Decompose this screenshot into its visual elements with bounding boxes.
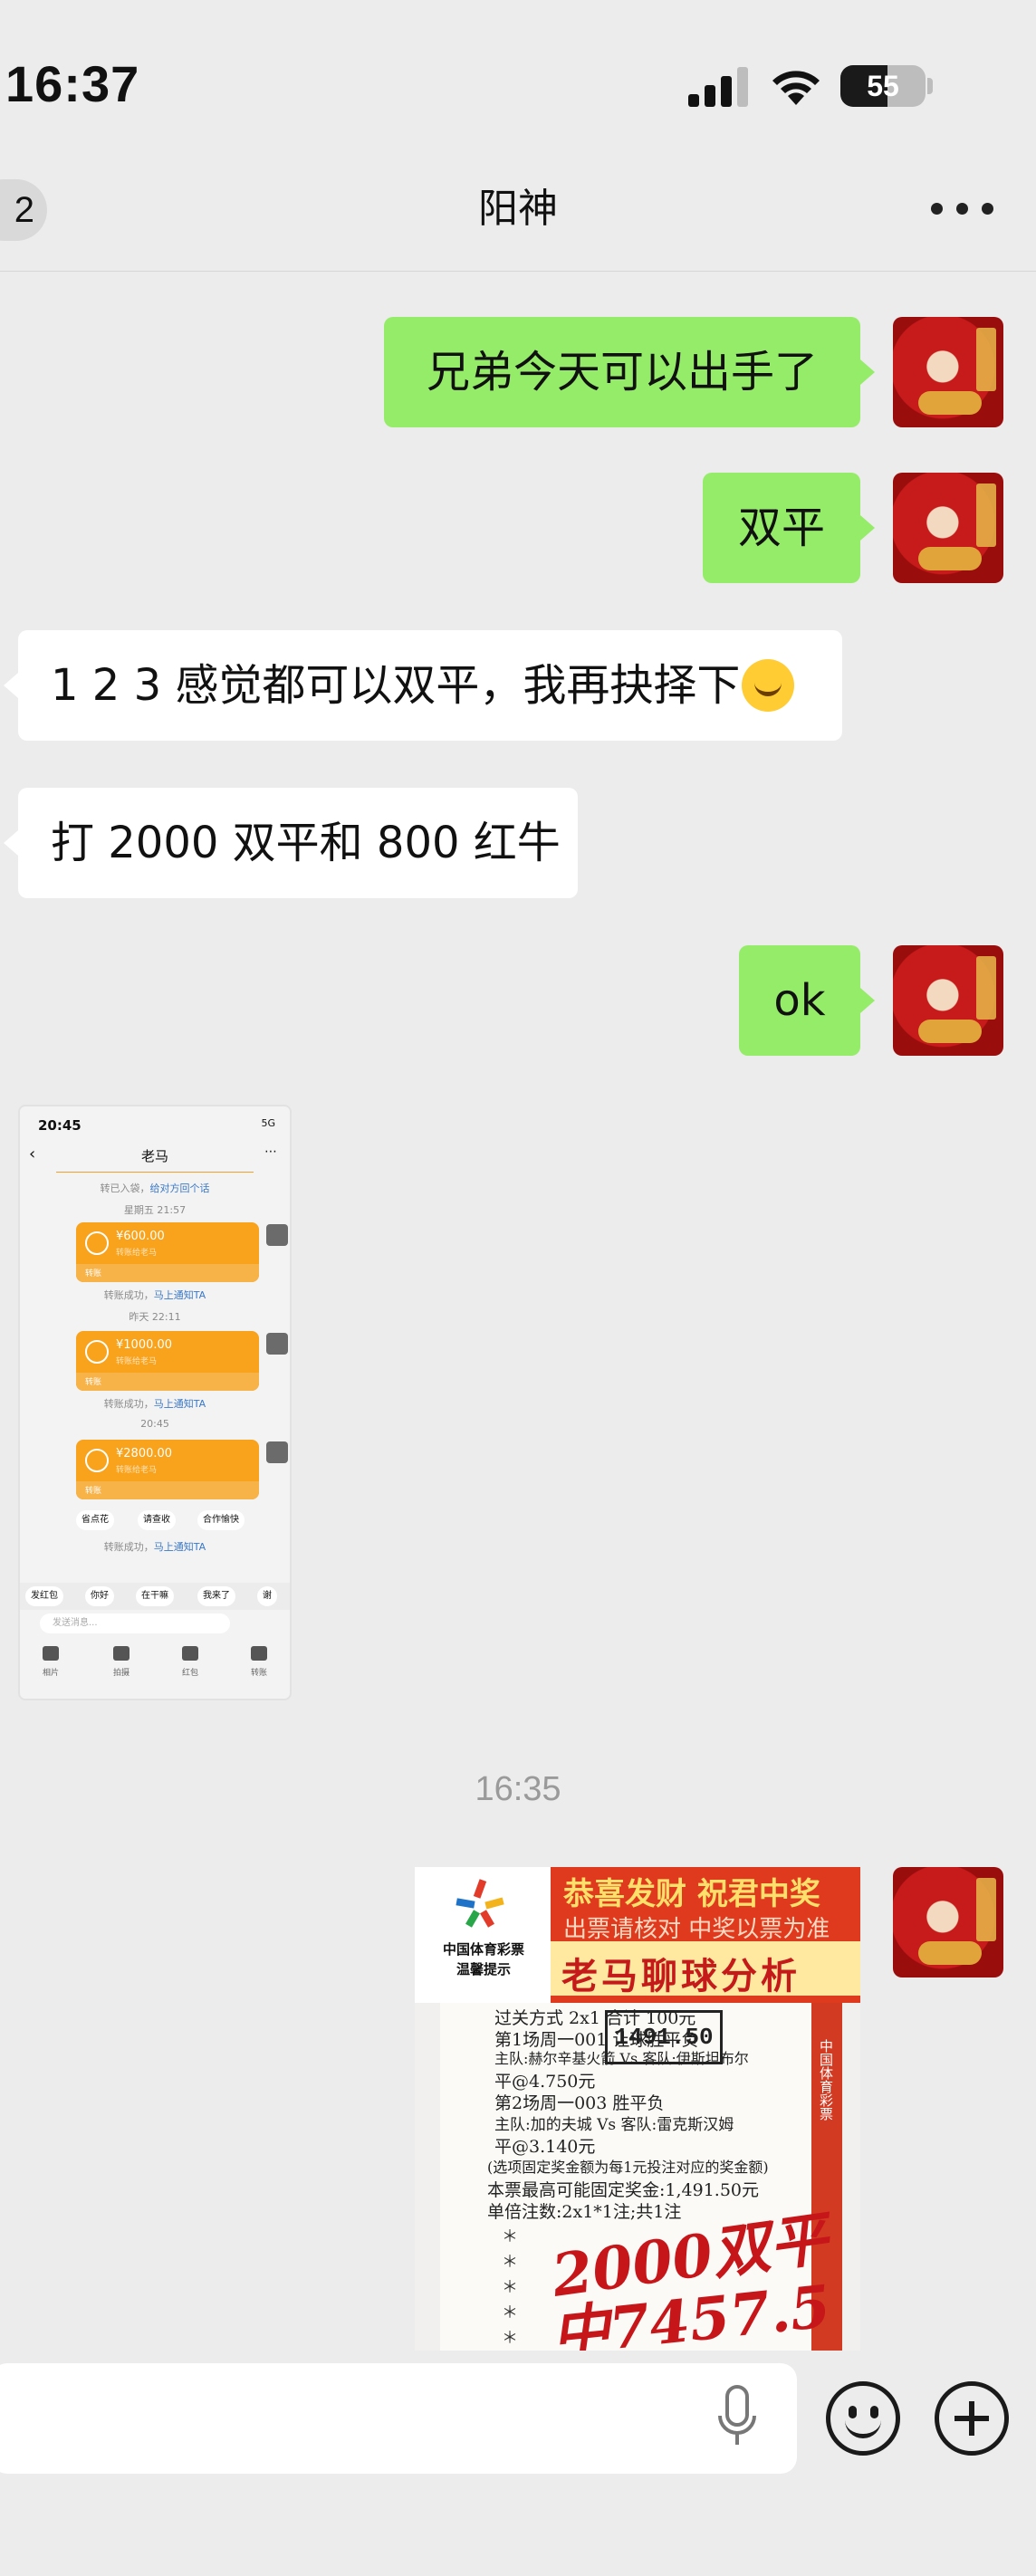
crying-laughing-emoji-icon: [742, 659, 795, 712]
wifi-icon: [772, 71, 820, 105]
thumb-system-note: 转账成功，马上通知TA: [103, 1398, 206, 1410]
my-avatar[interactable]: [893, 317, 1003, 427]
status-time: 16:37: [5, 55, 140, 112]
shared-screenshot-image[interactable]: 20:45 5G ‹ 老马 ⋯ 转已入袋，给对方回个话 星期五 21:57 ¥6…: [18, 1105, 292, 1700]
thumb-toolbar: 相片 拍摄 红包 转账: [20, 1646, 290, 1697]
thumb-quick-replies: 发红包 你好 在干嘛 我来了 谢: [20, 1583, 290, 1610]
bubble-tail: [860, 359, 875, 385]
bubble-tail: [860, 515, 875, 541]
emoji-smile-icon[interactable]: [826, 2381, 900, 2456]
thumb-transfer-card: ¥1000.00 转账给老马 转账: [76, 1331, 259, 1391]
message-bubble-outgoing[interactable]: ok: [739, 945, 860, 1056]
ticket-line: 主队:加的夫城 Vs 客队:雷克斯汉姆: [494, 2116, 734, 2134]
bubble-tail: [4, 673, 18, 698]
ticket-line: (选项固定奖金额为每1元投注对应的奖金额): [487, 2159, 769, 2176]
chat-title: 阳神: [478, 186, 558, 232]
message-bubble-incoming[interactable]: 1 2 3 感觉都可以双平，我再抉择下: [18, 630, 842, 741]
message-bubble-outgoing[interactable]: 兄弟今天可以出手了: [384, 317, 860, 427]
thumb-status-time: 20:45: [38, 1117, 82, 1134]
thumb-chat-title: 老马: [140, 1148, 168, 1164]
thumb-transfer-card: ¥2800.00 转账给老马 转账: [76, 1440, 259, 1499]
thumb-system-note: 转账成功，马上通知TA: [103, 1289, 206, 1301]
ticket-banner-line-2: 出票请核对 中奖以票为准: [563, 1916, 830, 1943]
thumb-system-note: 星期五 21:57: [123, 1204, 187, 1216]
my-avatar[interactable]: [893, 473, 1003, 583]
thumb-system-note: 20:45: [140, 1418, 169, 1430]
thumb-chip: 合作愉快: [197, 1510, 245, 1530]
bubble-tail: [860, 988, 875, 1013]
bubble-tail: [4, 830, 18, 856]
thumb-avatar: [266, 1224, 288, 1246]
thumb-avatar: [266, 1333, 288, 1355]
plus-circle-icon[interactable]: [935, 2381, 1009, 2456]
thumb-chip: 请查收: [138, 1510, 176, 1530]
message-text: 双平: [737, 503, 825, 553]
ticket-banner-line-1: 恭喜发财 祝君中奖: [563, 1876, 820, 1912]
thumb-avatar: [266, 1441, 288, 1463]
chat-header: 阳神 2: [0, 172, 1036, 272]
message-bubble-incoming[interactable]: 打 2000 双平和 800 红牛: [18, 788, 578, 898]
message-input-bar: [0, 2351, 1036, 2576]
thumb-transfer-card: ¥600.00 转账给老马 转账: [76, 1222, 259, 1282]
lottery-logo-icon: [456, 1879, 504, 1928]
thumb-system-note: 转已入袋，给对方回个话: [100, 1183, 210, 1194]
my-avatar[interactable]: [893, 945, 1003, 1056]
microphone-icon[interactable]: [715, 2385, 759, 2450]
thumb-system-note: 转账成功，马上通知TA: [103, 1541, 206, 1553]
thumb-chip: 省点花: [76, 1510, 114, 1530]
ticket-stamp: 1491.50: [605, 2010, 723, 2064]
my-avatar[interactable]: [893, 1867, 1003, 1977]
lottery-logo: 中国体育彩票 温馨提示: [415, 1867, 551, 2003]
thumb-system-note: 昨天 22:11: [129, 1311, 181, 1323]
battery-tip: [927, 78, 933, 94]
cellular-signal-icon: [688, 67, 748, 107]
unread-count-badge: 2: [14, 190, 34, 230]
message-input[interactable]: [0, 2363, 797, 2474]
ticket-line: 平@4.750元: [494, 2072, 596, 2092]
thumb-more-icon: ⋯: [264, 1144, 277, 1159]
message-text: 兄弟今天可以出手了: [426, 347, 818, 397]
status-bar: 16:37 55: [0, 0, 1036, 172]
message-timestamp: 16:35: [475, 1770, 561, 1808]
message-text: 1 2 3 感觉都可以双平，我再抉择下: [51, 660, 741, 711]
message-text: 打 2000 双平和 800 红牛: [51, 818, 561, 868]
lottery-ticket-image[interactable]: 中国体育彩票 温馨提示 恭喜发财 祝君中奖 出票请核对 中奖以票为准 老马聊球分…: [415, 1867, 860, 2354]
battery-icon: 55: [840, 65, 926, 107]
more-options-icon[interactable]: [931, 199, 994, 219]
message-bubble-outgoing[interactable]: 双平: [703, 473, 860, 583]
battery-level: 55: [867, 70, 899, 102]
ticket-line: 第2场周一003 胜平负: [494, 2093, 665, 2113]
ticket-banner-line-3: 老马聊球分析: [551, 1941, 860, 1997]
ticket-line: 平@3.140元: [494, 2137, 596, 2157]
message-text: ok: [773, 975, 826, 1026]
ticket-line: 本票最高可能固定奖金:1,491.50元: [487, 2180, 760, 2200]
thumb-status-network: 5G: [261, 1117, 275, 1129]
thumb-input-field: 发送消息...: [40, 1614, 230, 1633]
